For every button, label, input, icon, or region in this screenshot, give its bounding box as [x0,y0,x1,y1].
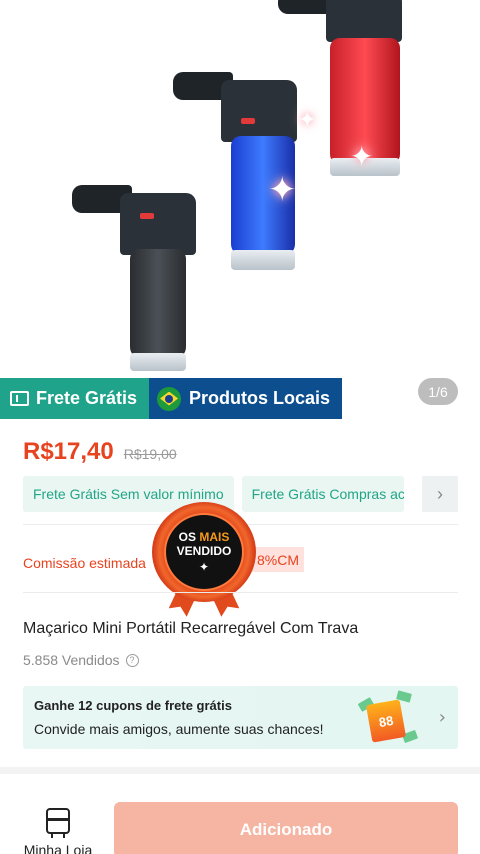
seal-text-vendido: VENDIDO [176,544,232,558]
seal-text-mais: MAIS [199,530,230,544]
brazil-flag-icon [157,386,182,411]
product-image-carousel[interactable]: ✦ ✦ ✦ [0,0,480,420]
divider [23,592,458,593]
bottom-action-bar: Minha Loja Adicionado [0,774,480,854]
my-store-label: Minha Loja [23,842,93,854]
help-icon[interactable]: ? [125,653,139,667]
section-separator [0,767,480,774]
local-products-label: Produtos Locais [189,388,331,408]
coupon-banner[interactable]: Ganhe 12 cupons de frete grátis Convide … [23,686,458,749]
sparkle-icon: ✦ [268,170,297,210]
star-icon: ✦ [198,560,210,574]
sparkle-icon: ✦ [350,140,374,173]
price-row: R$17,40 R$19,00 [23,438,177,466]
current-price: R$17,40 [23,438,114,465]
gift-bag-label: 88 [365,699,407,743]
product-image-lighter-red [278,0,408,192]
sparkle-icon: ✦ [298,108,317,133]
best-seller-seal: OS MAIS VENDIDO ✦ [152,502,256,618]
chevron-right-icon: › [438,707,446,728]
store-icon [46,808,70,838]
product-title: Maçarico Mini Portátil Recarregável Com … [23,620,359,637]
original-price: R$19,00 [123,446,177,462]
sold-count-row: 5.858 Vendidos ? [23,652,139,668]
coupon-subtitle: Convide mais amigos, aumente suas chance… [34,721,324,737]
seal-text-os: OS [178,530,196,544]
local-products-badge: Produtos Locais [149,378,343,419]
commission-tag: 8%CM [252,547,305,572]
commission-label: Comissão estimada [23,555,146,571]
coupon-title: Ganhe 12 cupons de frete grátis [34,698,232,713]
chevron-right-icon[interactable]: › [422,476,458,512]
image-pager: 1/6 [418,378,458,405]
ticket-icon [10,391,29,406]
gift-bag-icon: 88 [357,690,419,744]
commission-row: Comissão estimada 8%CM [23,547,305,572]
added-button[interactable]: Adicionado [114,802,458,854]
free-shipping-badge: Frete Grátis [0,378,150,419]
sold-count: 5.858 Vendidos [23,652,120,668]
my-store-button[interactable]: Minha Loja [22,808,94,854]
free-shipping-label: Frete Grátis [36,388,138,408]
product-badges: Frete Grátis Produtos Locais [0,378,343,419]
chip-free-shipping-purchases[interactable]: Frete Grátis Compras aci [241,476,404,512]
